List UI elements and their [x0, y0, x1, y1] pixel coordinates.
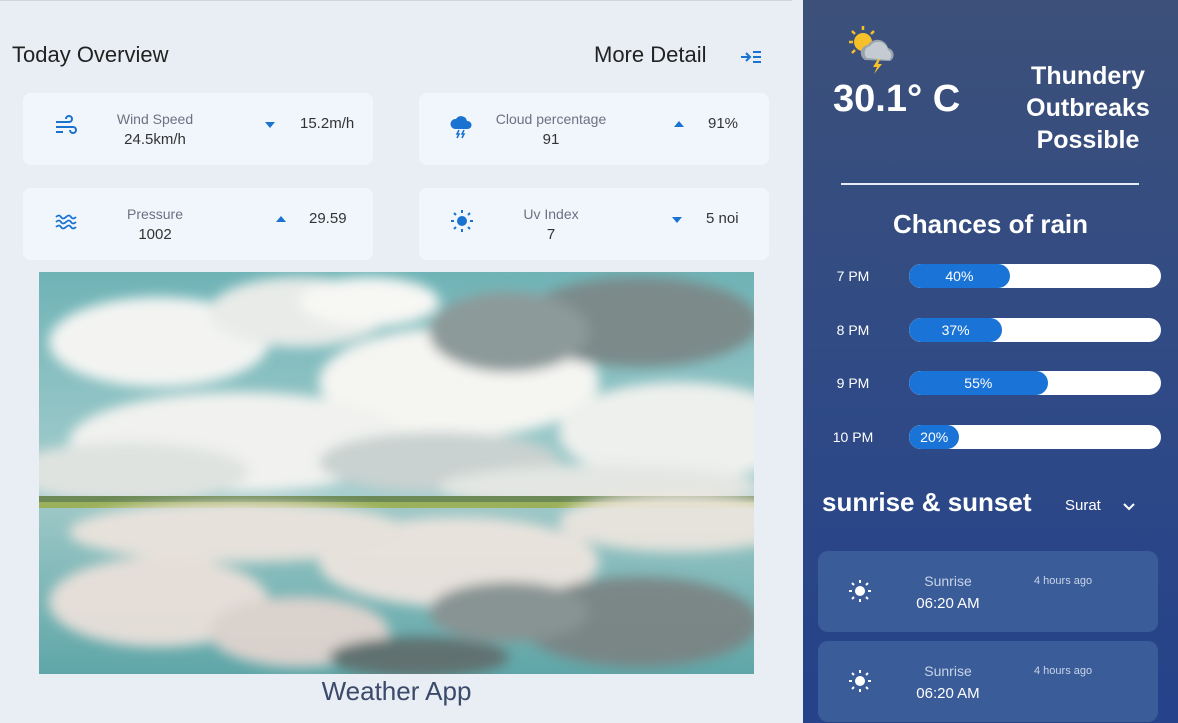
chevron-down-icon[interactable] — [1121, 498, 1137, 514]
pressure-card: Pressure 1002 29.59 — [23, 188, 373, 260]
rain-progress-fill: 40% — [909, 264, 1010, 288]
rain-row-9pm: 9 PM 55% — [803, 371, 1178, 395]
card-value: 1002 — [138, 226, 172, 243]
trend-down-icon — [265, 122, 275, 128]
pressure-waves-icon — [55, 214, 77, 230]
sunrise-card: Sunrise 06:20 AM 4 hours ago — [818, 551, 1158, 632]
weather-photo — [39, 272, 754, 674]
wind-speed-card: Wind Speed 24.5km/h 15.2m/h — [23, 93, 373, 165]
main-panel: Today Overview More Detail Wind Speed 24… — [0, 0, 803, 723]
sun-event-time: 06:20 AM — [916, 595, 980, 612]
app-title: Weather App — [321, 676, 472, 706]
card-label: Wind Speed — [116, 111, 194, 127]
rain-row-8pm: 8 PM 37% — [803, 318, 1178, 342]
top-divider — [0, 0, 792, 1]
expand-detail-icon[interactable] — [739, 47, 763, 67]
card-label: Pressure — [126, 206, 184, 222]
card-label: Uv Index — [523, 206, 579, 222]
card-side-value: 15.2m/h — [300, 115, 355, 132]
trend-down-icon — [672, 217, 682, 223]
rain-row-10pm: 10 PM 20% — [803, 425, 1178, 449]
rain-progress-track: 55% — [909, 371, 1161, 395]
rain-progress-fill: 37% — [909, 318, 1003, 342]
rain-time: 9 PM — [836, 375, 870, 391]
card-value: 7 — [546, 226, 556, 243]
weather-sidebar: 30.1° C Thundery Outbreaks Possible Chan… — [803, 0, 1178, 723]
rain-progress-fill: 20% — [909, 425, 960, 449]
current-temperature: 30.1° C — [833, 78, 961, 120]
rain-progress-track: 20% — [909, 425, 1161, 449]
uv-index-card: Uv Index 7 5 noi — [419, 188, 769, 260]
page-title: Today Overview — [12, 42, 169, 67]
rain-time: 8 PM — [836, 322, 870, 338]
rain-time: 10 PM — [832, 429, 874, 445]
card-side-value: 5 noi — [706, 210, 739, 227]
cloud-percentage-card: Cloud percentage 91 91% — [419, 93, 769, 165]
more-detail-link[interactable]: More Detail — [594, 42, 706, 68]
cloud-thunder-icon — [450, 116, 472, 139]
card-side-value: 29.59 — [309, 210, 347, 227]
sun-icon — [451, 210, 473, 232]
sun-event-ago: 4 hours ago — [1034, 665, 1093, 677]
rain-row-7pm: 7 PM 40% — [803, 264, 1178, 288]
card-label: Cloud percentage — [495, 111, 607, 127]
sunrise-sunset-title: sunrise & sunset — [822, 487, 1032, 517]
card-side-value: 91% — [708, 115, 739, 132]
wind-icon — [56, 115, 77, 134]
city-select[interactable]: Surat — [1065, 497, 1101, 514]
rain-progress-track: 40% — [909, 264, 1161, 288]
rain-time: 7 PM — [836, 268, 870, 284]
divider — [841, 183, 1139, 185]
sun-event-time: 06:20 AM — [916, 685, 980, 702]
sun-event-ago: 4 hours ago — [1034, 575, 1093, 587]
trend-up-icon — [276, 216, 286, 222]
rain-progress-track: 37% — [909, 318, 1161, 342]
sun-icon — [849, 580, 871, 602]
card-value: 24.5km/h — [124, 131, 186, 148]
trend-up-icon — [674, 121, 684, 127]
sun-event-label: Sunrise — [924, 663, 972, 679]
rain-progress-fill: 55% — [909, 371, 1048, 395]
sunrise-card: Sunrise 06:20 AM 4 hours ago — [818, 641, 1158, 722]
sun-behind-thunder-cloud-icon — [849, 26, 894, 74]
weather-condition: Thundery Outbreaks Possible — [1026, 62, 1150, 154]
sun-event-label: Sunrise — [924, 573, 972, 589]
chances-of-rain-title: Chances of rain — [892, 209, 1089, 239]
card-value: 91 — [542, 131, 560, 148]
sun-icon — [849, 670, 871, 692]
